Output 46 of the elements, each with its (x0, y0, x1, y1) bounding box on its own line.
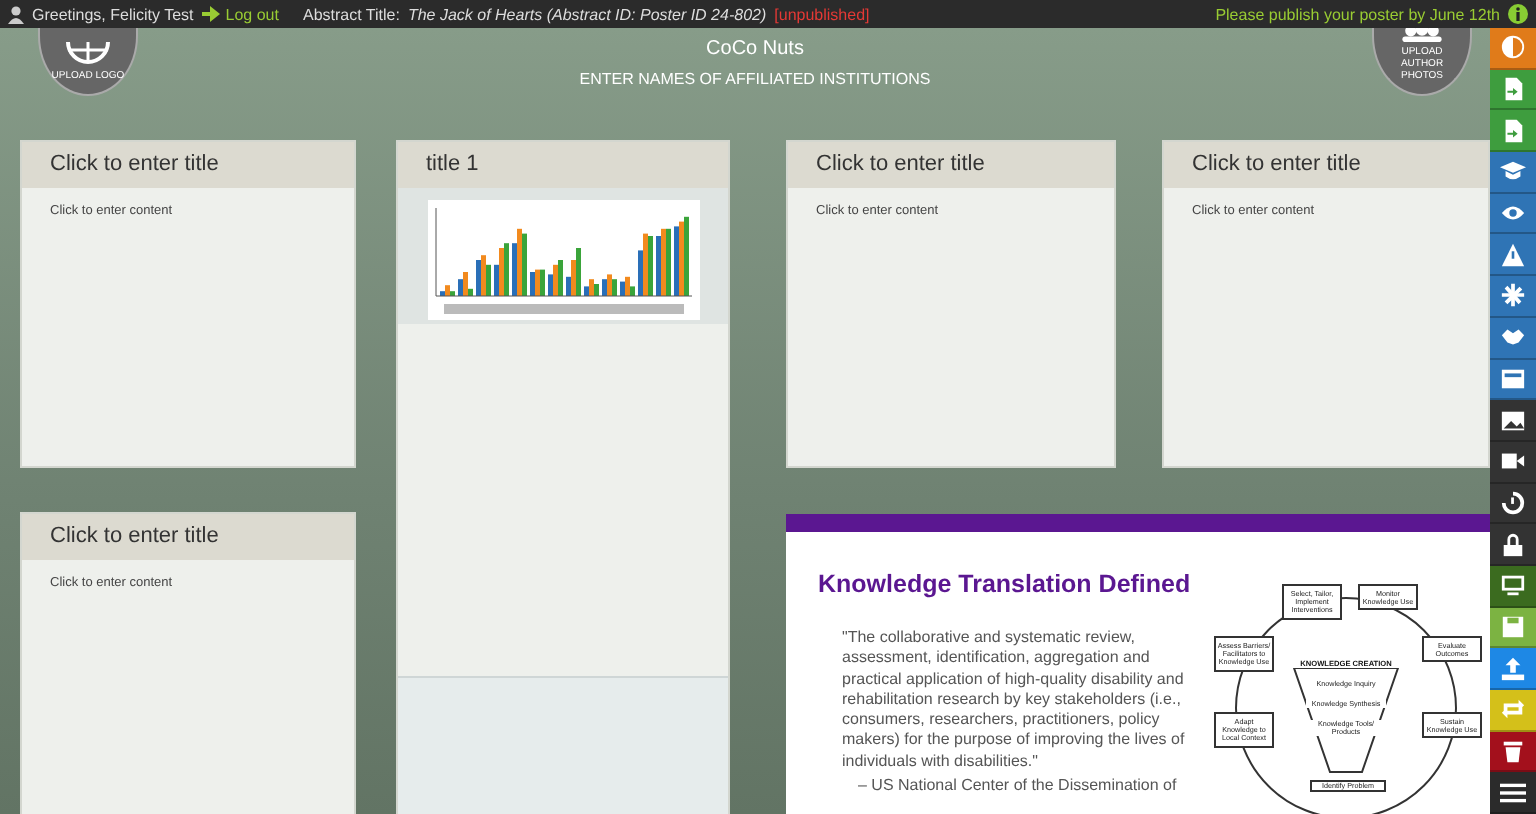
image-icon (1500, 407, 1526, 434)
toolbar-button[interactable] (1490, 359, 1536, 401)
contrast-icon (1500, 34, 1526, 61)
logout-link[interactable]: Log out (201, 3, 279, 25)
toolbar-button[interactable] (1490, 731, 1536, 773)
refresh-icon (1500, 696, 1526, 723)
panel-title[interactable]: title 1 (398, 142, 728, 188)
toolbar-button[interactable] (1490, 565, 1536, 608)
graduation-cap-icon (1500, 158, 1526, 185)
panel-title[interactable]: Click to enter title (788, 142, 1114, 188)
publish-notice: Please publish your poster by June 12th (1215, 3, 1500, 25)
toolbar-button[interactable] (1490, 607, 1536, 649)
logout-icon (201, 6, 220, 22)
lock-icon (1500, 531, 1526, 558)
history-icon (1500, 489, 1526, 516)
monitor-icon (1500, 572, 1526, 599)
save-icon (1500, 613, 1526, 640)
upload-icon (1500, 655, 1526, 682)
source-text: – US National Center of the Dissemination of (856, 776, 1179, 795)
warning-icon (1500, 241, 1526, 268)
toolbar-button[interactable] (1490, 317, 1536, 359)
toolbar-button[interactable] (1490, 483, 1536, 525)
status-text: [unpublished] (774, 3, 870, 25)
toolbar-button[interactable] (1490, 276, 1536, 318)
card-icon (1500, 365, 1526, 392)
panel-title[interactable]: Click to enter title (22, 142, 354, 188)
user-icon (8, 5, 24, 23)
slide-title: Knowledge Translation Defined (818, 570, 1193, 598)
greeting-text: Greetings, Felicity Test (32, 3, 194, 25)
asterisk-icon (1500, 282, 1526, 309)
globe-icon (66, 42, 110, 66)
toolbar-button[interactable] (1490, 152, 1536, 194)
panel-title[interactable]: Click to enter title (1164, 142, 1488, 188)
toolbar-button[interactable] (1490, 400, 1536, 442)
trash-icon (1500, 738, 1526, 765)
menu-icon (1500, 779, 1526, 806)
abstract-title: The Jack of Hearts (Abstract ID: Poster ID 24-802) (407, 3, 767, 25)
toolbar-button[interactable] (1490, 193, 1536, 235)
toolbar-button[interactable] (1490, 524, 1536, 566)
quote-text: "The collaborative and systematic review, assessment, identification, aggregation and practical application of high-quality disability and rehabilitation research by key stakeholders (i.e., consumers, researchers, practitioners, policy makers) for the purpose of improving the lives of individuals with disabilities." (840, 628, 1187, 773)
abstract-label: Abstract Title: (302, 3, 400, 25)
toolbar-button[interactable] (1490, 441, 1536, 484)
panel-title[interactable]: Click to enter title (22, 514, 354, 560)
document-arrow-icon (1500, 117, 1526, 144)
document-arrow-icon (1500, 76, 1526, 103)
toolbar-button[interactable] (1490, 234, 1536, 277)
